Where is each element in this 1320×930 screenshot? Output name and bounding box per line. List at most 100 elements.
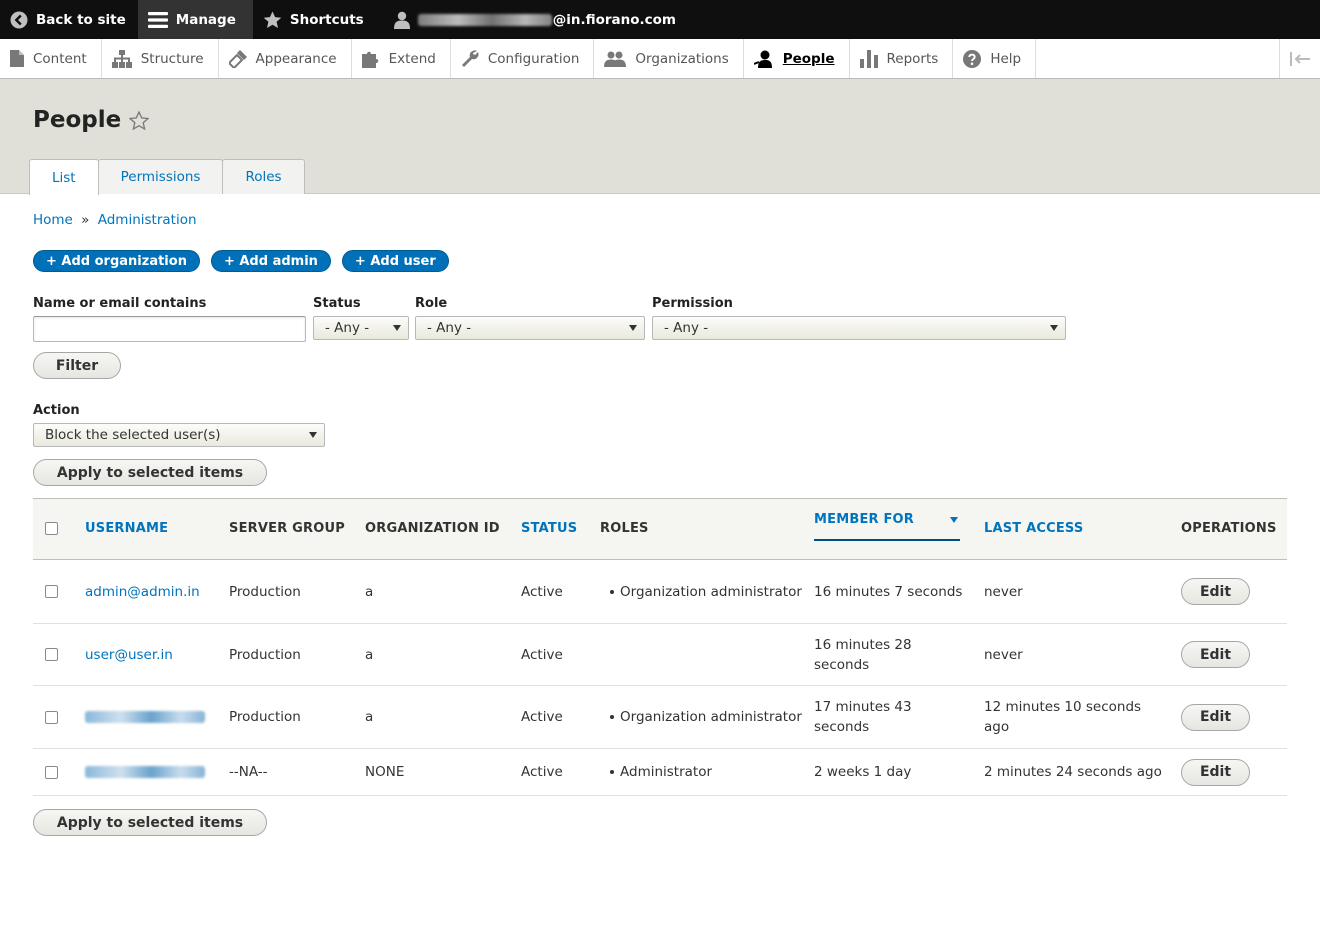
manage-tab[interactable]: Manage	[137, 0, 253, 39]
tray-item-people[interactable]: People	[744, 39, 850, 78]
sitemap-icon	[111, 49, 132, 68]
member-for-cell: 2 weeks 1 day	[814, 748, 984, 796]
people-table: Username Server Group Organization ID St…	[33, 498, 1287, 796]
tray-item-label: Extend	[388, 50, 436, 67]
tray-item-extend[interactable]: Extend	[352, 39, 451, 78]
shortcuts-label: Shortcuts	[289, 11, 364, 28]
edit-button[interactable]: Edit	[1181, 641, 1250, 668]
tray-item-reports[interactable]: Reports	[850, 39, 954, 78]
tab-permissions[interactable]: Permissions	[97, 159, 224, 194]
file-icon	[10, 50, 24, 67]
edit-button[interactable]: Edit	[1181, 703, 1250, 731]
row-checkbox[interactable]	[45, 585, 58, 598]
add-shortcut-star-icon[interactable]	[129, 110, 150, 130]
tab-list[interactable]: List	[29, 159, 99, 195]
star-icon	[263, 11, 282, 28]
name-or-email-input[interactable]	[33, 316, 306, 342]
admin-toolbar: Back to site Manage Shortcuts @in.fioran…	[0, 0, 1320, 39]
header-server-group: Server Group	[229, 498, 365, 560]
operations-cell: Edit	[1181, 623, 1287, 686]
roles-cell: Administrator	[600, 748, 814, 796]
status-cell: Active	[521, 559, 600, 624]
row-checkbox[interactable]	[45, 710, 58, 724]
status-select-value: - Any -	[325, 320, 370, 336]
tray-item-label: Configuration	[487, 50, 580, 67]
header-status[interactable]: Status	[521, 498, 600, 560]
tray-item-content[interactable]: Content	[0, 39, 102, 78]
username-cell	[85, 748, 229, 796]
apply-to-selected-button-bottom[interactable]: Apply to selected items	[33, 809, 267, 836]
status-select[interactable]: - Any -	[313, 316, 409, 340]
tray-item-label: Reports	[886, 50, 939, 67]
hamburger-icon	[147, 11, 168, 28]
row-checkbox[interactable]	[45, 648, 58, 661]
add-organization-button[interactable]: + Add organization	[33, 250, 200, 272]
table-header-row: Username Server Group Organization ID St…	[33, 498, 1287, 560]
member-for-active-sort: Member for	[814, 510, 960, 541]
user-account-tab[interactable]: @in.fiorano.com	[384, 0, 688, 39]
username-link[interactable]: user@user.in	[85, 647, 173, 663]
bulk-action-select[interactable]: Block the selected user(s)	[33, 423, 325, 447]
breadcrumb-administration-link[interactable]: Administration	[98, 212, 197, 228]
tab-roles[interactable]: Roles	[222, 159, 305, 194]
organization-id-cell: a	[365, 685, 521, 749]
row-select-cell	[33, 623, 85, 686]
toolbar-tray: Content Structure Appearance Extend Conf…	[0, 39, 1320, 79]
primary-tabs: List Permissions Roles	[29, 159, 305, 195]
header-member-for[interactable]: Member for	[814, 498, 984, 560]
role-select-value: - Any -	[427, 320, 472, 336]
member-for-cell: 17 minutes 43 seconds	[814, 685, 984, 749]
server-group-cell: Production	[229, 685, 365, 749]
role-select[interactable]: - Any -	[415, 316, 645, 340]
bulk-action-value: Block the selected user(s)	[45, 427, 221, 443]
permission-select-value: - Any -	[664, 320, 709, 336]
role-item: Organization administrator	[600, 582, 814, 602]
filter-button[interactable]: Filter	[33, 352, 121, 379]
bar-chart-icon	[859, 49, 878, 68]
row-select-cell	[33, 559, 85, 624]
add-admin-button[interactable]: + Add admin	[210, 250, 331, 272]
redacted-username	[417, 13, 552, 26]
organization-id-cell: NONE	[365, 748, 521, 796]
header-username[interactable]: Username	[85, 498, 229, 560]
organization-id-cell: a	[365, 559, 521, 624]
organization-id-cell: a	[365, 623, 521, 686]
permission-filter-label: Permission	[652, 296, 733, 311]
breadcrumb-home-link[interactable]: Home	[33, 212, 73, 228]
role-dropdown-arrow-icon	[629, 325, 637, 331]
apply-to-selected-button[interactable]: Apply to selected items	[33, 459, 267, 486]
header-last-access[interactable]: Last access	[984, 498, 1181, 560]
tray-item-help[interactable]: Help	[953, 39, 1037, 78]
paintbrush-icon	[228, 49, 247, 68]
username-link[interactable]: admin@admin.in	[85, 584, 200, 600]
tray-item-label: Organizations	[635, 50, 729, 67]
tray-item-organizations[interactable]: Organizations	[594, 39, 744, 78]
redacted-username-link[interactable]	[85, 711, 205, 723]
row-checkbox[interactable]	[45, 765, 58, 779]
back-to-site-link[interactable]: Back to site	[0, 0, 138, 39]
roles-list: Administrator	[600, 762, 814, 782]
permission-select[interactable]: - Any -	[652, 316, 1066, 340]
server-group-cell: --NA--	[229, 748, 365, 796]
row-select-cell	[33, 685, 85, 749]
back-to-site-label: Back to site	[36, 11, 126, 28]
manage-label: Manage	[175, 11, 236, 28]
action-links: + Add organization + Add admin + Add use…	[33, 250, 449, 272]
page-header-region: People List Permissions Roles	[0, 79, 1320, 195]
select-all-checkbox[interactable]	[45, 522, 58, 535]
tray-item-label: Structure	[140, 50, 204, 67]
redacted-username-link[interactable]	[85, 766, 205, 778]
tray-item-configuration[interactable]: Configuration	[451, 39, 595, 78]
edit-button[interactable]: Edit	[1181, 758, 1250, 786]
user-email-suffix: @in.fiorano.com	[552, 11, 676, 28]
last-access-cell: 12 minutes 10 seconds ago	[984, 685, 1181, 749]
tray-item-appearance[interactable]: Appearance	[219, 39, 352, 78]
tray-item-structure[interactable]: Structure	[102, 39, 219, 78]
status-cell: Active	[521, 685, 600, 749]
shortcuts-tab[interactable]: Shortcuts	[253, 0, 376, 39]
tray-orientation-toggle[interactable]	[1279, 39, 1320, 78]
server-group-cell: Production	[229, 623, 365, 686]
edit-button[interactable]: Edit	[1181, 578, 1250, 605]
add-user-button[interactable]: + Add user	[341, 250, 449, 272]
tray-item-label: Content	[33, 50, 87, 67]
